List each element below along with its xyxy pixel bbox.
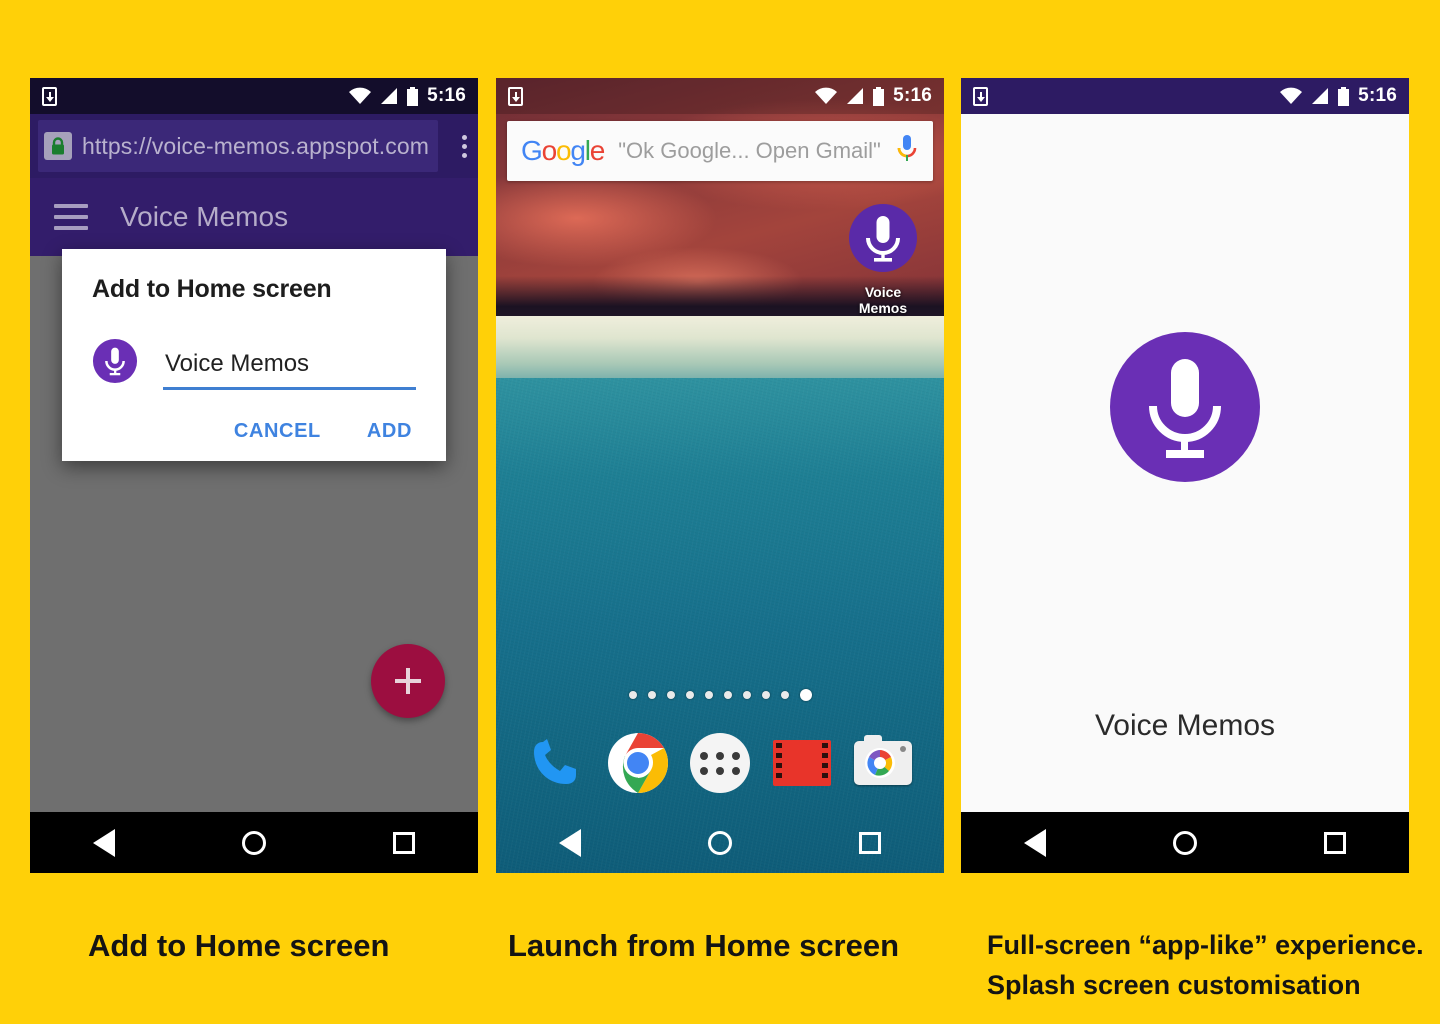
- status-bar: 5:16: [30, 78, 478, 114]
- download-icon: [508, 86, 523, 106]
- home-screen-dock: [496, 715, 944, 811]
- system-nav-bar: [961, 812, 1409, 873]
- microphone-icon[interactable]: [895, 133, 919, 170]
- hamburger-icon[interactable]: [54, 204, 88, 230]
- shortcut-name-input[interactable]: [163, 350, 416, 387]
- google-search-widget[interactable]: Google "Ok Google... Open Gmail": [507, 121, 933, 181]
- status-icons: [814, 86, 885, 106]
- dock-item-app-drawer[interactable]: [689, 732, 751, 794]
- film-icon: [772, 740, 831, 786]
- status-icons: [348, 86, 419, 106]
- signal-icon: [1312, 88, 1329, 104]
- wifi-icon: [1280, 87, 1303, 104]
- back-icon[interactable]: [559, 828, 582, 857]
- dialog-title: Add to Home screen: [92, 275, 332, 303]
- plus-icon: [395, 668, 421, 694]
- url-text: https://voice-memos.appspot.com: [82, 132, 429, 159]
- recents-icon[interactable]: [1323, 831, 1346, 854]
- signal-icon: [847, 88, 864, 104]
- add-to-home-dialog: Add to Home screen CANCEL ADD: [62, 249, 446, 461]
- app-toolbar: Voice Memos: [30, 178, 478, 256]
- overflow-menu-icon[interactable]: [450, 134, 478, 158]
- system-nav-bar: [496, 812, 944, 873]
- phone-screenshot-add-to-home: 5:16 https://voice-memos.appspot.com Voi…: [30, 78, 478, 873]
- status-time: 5:16: [427, 85, 466, 106]
- browser-url-bar: https://voice-memos.appspot.com: [30, 114, 478, 178]
- home-icon[interactable]: [241, 830, 266, 855]
- chrome-icon: [608, 733, 669, 793]
- splash-app-name: Voice Memos: [1094, 709, 1276, 742]
- status-time: 5:16: [1358, 85, 1397, 106]
- caption-launch-from-home: Launch from Home screen: [508, 928, 900, 963]
- caption-add-to-home: Add to Home screen: [88, 928, 390, 963]
- download-icon: [42, 86, 57, 106]
- home-screen-shortcut-voice-memos[interactable]: Voice Memos: [846, 202, 920, 316]
- google-logo: Google: [521, 135, 605, 166]
- page-indicator: [496, 689, 944, 701]
- phone-icon: [533, 739, 576, 784]
- back-icon[interactable]: [93, 828, 116, 857]
- home-icon[interactable]: [1172, 830, 1197, 855]
- status-bar: 5:16: [496, 78, 944, 114]
- phone-screenshot-home-screen: 5:16 Google "Ok Google... Open Gmail" Vo…: [496, 78, 944, 873]
- phone-screenshot-splash-screen: 5:16 Voice Memos: [961, 78, 1409, 873]
- caption-splash-screen: Full-screen “app-like” experience. Splas…: [987, 930, 1424, 1000]
- battery-icon: [1338, 86, 1350, 106]
- page-title: Voice Memos: [120, 201, 289, 232]
- status-time: 5:16: [893, 85, 932, 106]
- dock-item-chrome[interactable]: [607, 732, 669, 794]
- system-nav-bar: [30, 812, 478, 873]
- microphone-icon: [1110, 332, 1260, 482]
- status-bar: 5:16: [961, 78, 1409, 114]
- camera-icon: [854, 735, 913, 785]
- battery-icon: [407, 86, 419, 106]
- home-icon[interactable]: [707, 830, 732, 855]
- download-icon: [973, 86, 988, 106]
- lock-icon: [44, 132, 72, 160]
- battery-icon: [873, 86, 885, 106]
- apps-grid-icon: [689, 733, 750, 793]
- cancel-button[interactable]: CANCEL: [234, 420, 321, 443]
- splash-screen: Voice Memos: [961, 114, 1409, 812]
- wifi-icon: [815, 87, 838, 104]
- dock-item-phone[interactable]: [526, 732, 588, 794]
- wifi-icon: [349, 87, 372, 104]
- microphone-icon: [849, 204, 917, 272]
- back-icon[interactable]: [1024, 828, 1047, 857]
- search-hint-text: "Ok Google... Open Gmail": [618, 138, 881, 163]
- recents-icon[interactable]: [858, 831, 881, 854]
- dock-item-camera[interactable]: [852, 732, 914, 794]
- add-recording-fab[interactable]: [371, 644, 445, 718]
- input-underline: [163, 387, 416, 390]
- microphone-icon: [92, 338, 138, 384]
- status-icons: [1279, 86, 1350, 106]
- shortcut-label: Voice Memos: [858, 284, 908, 316]
- recents-icon[interactable]: [392, 831, 415, 854]
- dock-item-play-movies[interactable]: [771, 732, 833, 794]
- url-input[interactable]: https://voice-memos.appspot.com: [38, 120, 438, 172]
- add-button[interactable]: ADD: [367, 420, 412, 443]
- signal-icon: [381, 88, 398, 104]
